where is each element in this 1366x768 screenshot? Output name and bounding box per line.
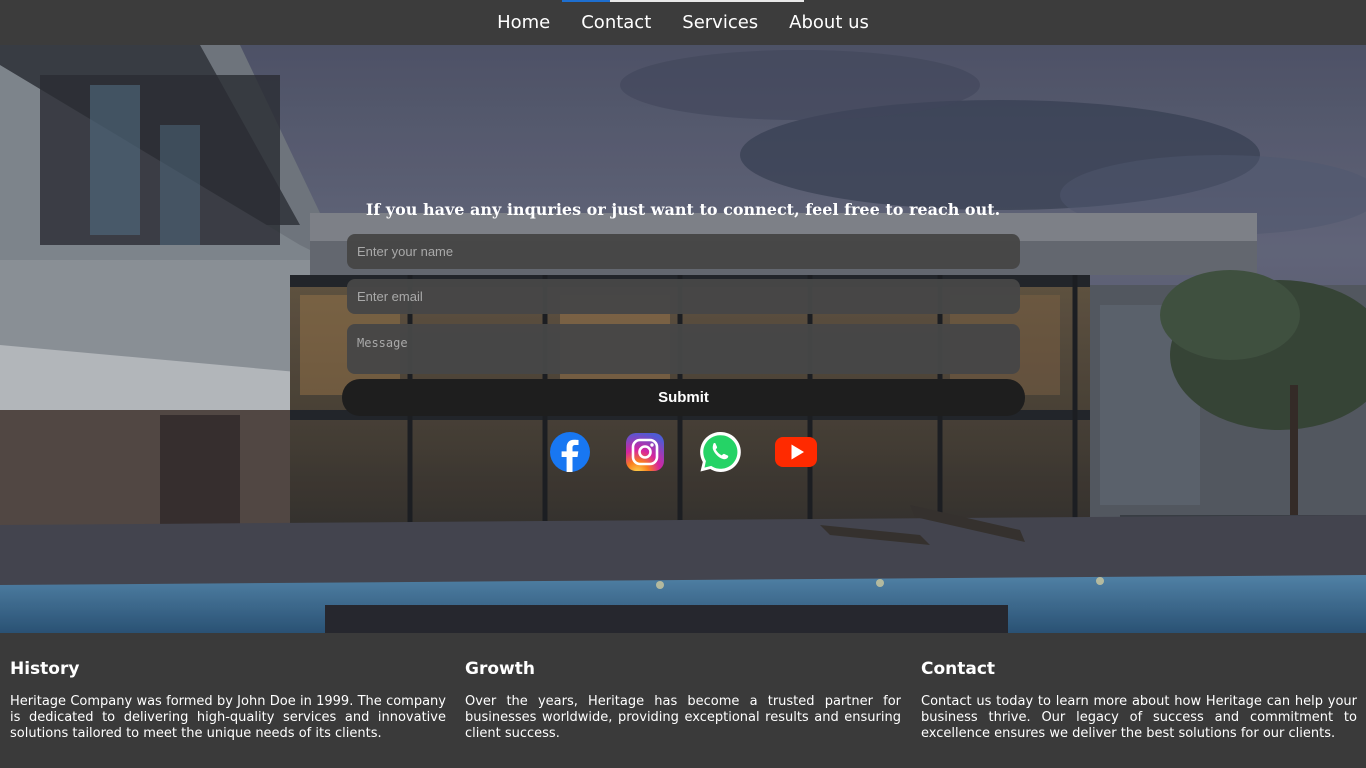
footer-contact-text: Contact us today to learn more about how…	[921, 694, 1357, 741]
nav-about-link[interactable]: About us	[774, 0, 885, 45]
message-textarea[interactable]	[347, 324, 1020, 374]
nav-contact-link[interactable]: Contact	[566, 0, 667, 45]
top-navbar: Home Contact Services About us	[0, 0, 1366, 45]
submit-button[interactable]: Submit	[342, 379, 1025, 416]
footer-history-title: History	[10, 659, 80, 679]
footer-contact-title: Contact	[921, 659, 996, 679]
footer-growth-title: Growth	[465, 659, 535, 679]
nav-home-link[interactable]: Home	[482, 0, 566, 45]
facebook-icon[interactable]	[548, 430, 592, 474]
email-input[interactable]	[347, 279, 1020, 314]
footer-contact-column: Contact Contact us today to learn more a…	[921, 659, 1357, 742]
social-links	[0, 430, 1366, 474]
contact-form-title: If you have any inquries or just want to…	[365, 200, 1001, 219]
instagram-icon[interactable]	[623, 430, 667, 474]
footer-history-text: Heritage Company was formed by John Doe …	[10, 694, 446, 741]
whatsapp-icon[interactable]	[698, 430, 742, 474]
hero-section: If you have any inquries or just want to…	[0, 45, 1366, 633]
name-input[interactable]	[347, 234, 1020, 269]
nav-services-link[interactable]: Services	[667, 0, 774, 45]
footer: History Heritage Company was formed by J…	[0, 633, 1366, 768]
nav-links: Home Contact Services About us	[0, 0, 1366, 45]
footer-history-column: History Heritage Company was formed by J…	[10, 659, 446, 742]
footer-growth-text: Over the years, Heritage has become a tr…	[465, 694, 901, 741]
youtube-icon[interactable]	[774, 430, 818, 474]
footer-growth-column: Growth Over the years, Heritage has beco…	[465, 659, 901, 742]
